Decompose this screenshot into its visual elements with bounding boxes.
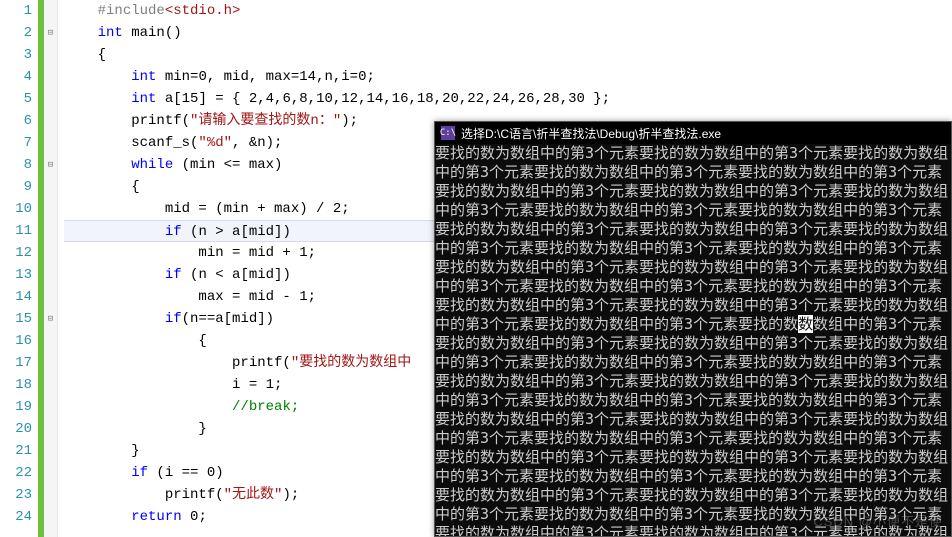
line-number: 24 — [0, 506, 32, 528]
console-selection: 数 — [798, 315, 813, 333]
line-number: 10 — [0, 198, 32, 220]
console-window[interactable]: C:\ 选择D:\C语言\折半查找法\Debug\折半查找法.exe 要找的数为… — [434, 121, 952, 537]
line-number: 3 — [0, 44, 32, 66]
fold-spacer — [44, 198, 57, 220]
fold-spacer — [44, 0, 57, 22]
fold-toggle-icon[interactable]: ⊟ — [44, 154, 57, 176]
line-number: 2 — [0, 22, 32, 44]
fold-spacer — [44, 506, 57, 528]
line-number: 23 — [0, 484, 32, 506]
console-output[interactable]: 要找的数为数组中的第3个元素要找的数为数组中的第3个元素要找的数为数组中的第3个… — [435, 144, 951, 536]
line-number: 1 — [0, 0, 32, 22]
console-title: 选择D:\C语言\折半查找法\Debug\折半查找法.exe — [461, 125, 721, 142]
gutter: 123456789101112131415161718192021222324 … — [0, 0, 58, 537]
line-number: 7 — [0, 132, 32, 154]
fold-toggle-icon[interactable]: ⊟ — [44, 308, 57, 330]
code-line[interactable]: int a[15] = { 2,4,6,8,10,12,14,16,18,20,… — [64, 88, 952, 110]
line-number: 13 — [0, 264, 32, 286]
fold-spacer — [44, 264, 57, 286]
fold-spacer — [44, 352, 57, 374]
line-number: 18 — [0, 374, 32, 396]
fold-spacer — [44, 176, 57, 198]
fold-spacer — [44, 440, 57, 462]
code-line[interactable]: #include<stdio.h> — [64, 0, 952, 22]
line-number: 9 — [0, 176, 32, 198]
line-number: 6 — [0, 110, 32, 132]
fold-spacer — [44, 242, 57, 264]
line-number: 14 — [0, 286, 32, 308]
fold-spacer — [44, 286, 57, 308]
line-number: 8 — [0, 154, 32, 176]
line-number-column: 123456789101112131415161718192021222324 — [0, 0, 38, 537]
line-number: 11 — [0, 220, 32, 242]
fold-spacer — [44, 462, 57, 484]
code-line[interactable]: { — [64, 44, 952, 66]
fold-toggle-icon[interactable]: ⊟ — [44, 22, 57, 44]
fold-spacer — [44, 66, 57, 88]
console-icon: C:\ — [441, 126, 455, 140]
watermark: CSDN @小便不是便 — [813, 511, 943, 530]
line-number: 22 — [0, 462, 32, 484]
fold-spacer — [44, 44, 57, 66]
fold-spacer — [44, 484, 57, 506]
line-number: 20 — [0, 418, 32, 440]
fold-spacer — [44, 220, 57, 242]
code-line[interactable]: int min=0, mid, max=14,n,i=0; — [64, 66, 952, 88]
line-number: 19 — [0, 396, 32, 418]
fold-spacer — [44, 132, 57, 154]
fold-spacer — [44, 418, 57, 440]
console-titlebar[interactable]: C:\ 选择D:\C语言\折半查找法\Debug\折半查找法.exe — [435, 122, 951, 144]
line-number: 16 — [0, 330, 32, 352]
fold-spacer — [44, 330, 57, 352]
fold-column[interactable]: ⊟ ⊟ ⊟ — [44, 0, 58, 537]
fold-spacer — [44, 110, 57, 132]
line-number: 12 — [0, 242, 32, 264]
code-line[interactable]: int main() — [64, 22, 952, 44]
line-number: 15 — [0, 308, 32, 330]
line-number: 21 — [0, 440, 32, 462]
line-number: 5 — [0, 88, 32, 110]
fold-spacer — [44, 396, 57, 418]
line-number: 4 — [0, 66, 32, 88]
fold-spacer — [44, 88, 57, 110]
fold-spacer — [44, 374, 57, 396]
line-number: 17 — [0, 352, 32, 374]
